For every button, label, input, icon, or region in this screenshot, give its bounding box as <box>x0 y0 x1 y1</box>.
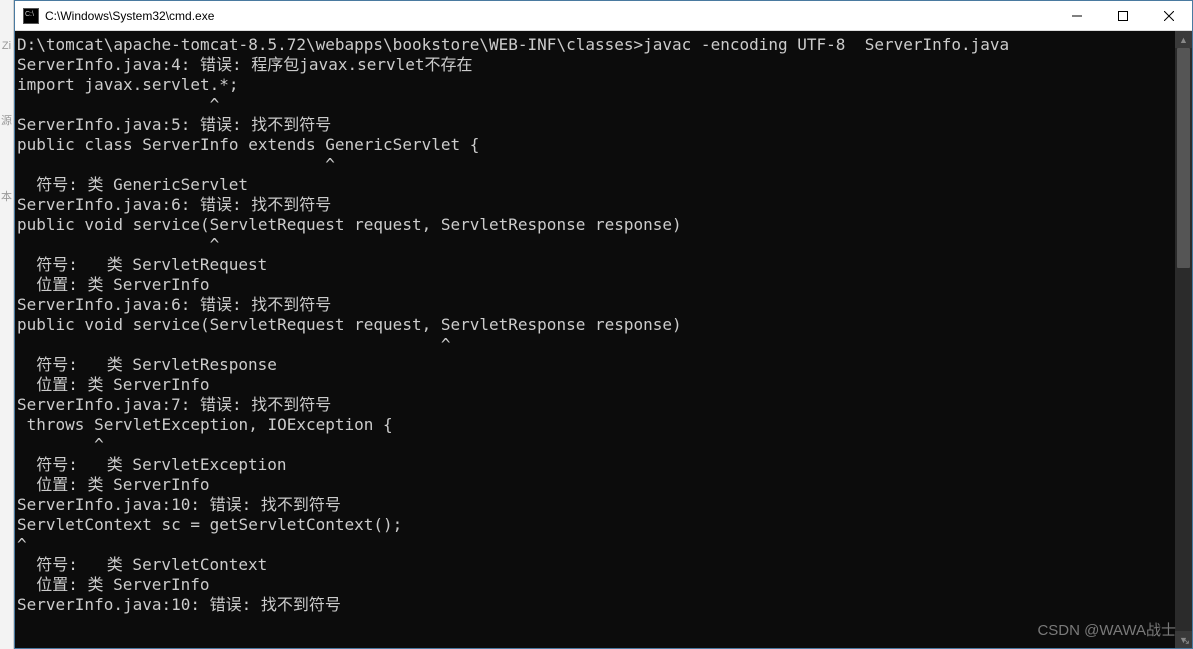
console-line: 位置: 类 ServerInfo <box>17 575 1190 595</box>
console-output[interactable]: D:\tomcat\apache-tomcat-8.5.72\webapps\b… <box>15 31 1192 648</box>
editor-gutter: Zi 源 本 <box>0 0 14 649</box>
console-line: ServerInfo.java:5: 错误: 找不到符号 <box>17 115 1190 135</box>
console-line: public void service(ServletRequest reque… <box>17 315 1190 335</box>
scroll-thumb[interactable] <box>1177 48 1190 268</box>
console-line: ServerInfo.java:4: 错误: 程序包javax.servlet不… <box>17 55 1190 75</box>
close-icon <box>1164 11 1174 21</box>
window-title: C:\Windows\System32\cmd.exe <box>45 9 214 23</box>
console-line: 位置: 类 ServerInfo <box>17 475 1190 495</box>
console-line: 符号: 类 ServletException <box>17 455 1190 475</box>
console-line: 位置: 类 ServerInfo <box>17 275 1190 295</box>
gutter-glyph: 源 <box>0 112 13 128</box>
console-line: public class ServerInfo extends GenericS… <box>17 135 1190 155</box>
console-line: throws ServletException, IOException { <box>17 415 1190 435</box>
gutter-glyph: 本 <box>0 188 13 204</box>
console-line: 位置: 类 ServerInfo <box>17 375 1190 395</box>
maximize-button[interactable] <box>1100 1 1146 31</box>
console-line: ^ <box>17 235 1190 255</box>
console-line: import javax.servlet.*; <box>17 75 1190 95</box>
minimize-button[interactable] <box>1054 1 1100 31</box>
console-line: 符号: 类 ServletRequest <box>17 255 1190 275</box>
console-line: ^ <box>17 535 1190 555</box>
console-line: D:\tomcat\apache-tomcat-8.5.72\webapps\b… <box>17 35 1190 55</box>
close-button[interactable] <box>1146 1 1192 31</box>
console-line: ServerInfo.java:6: 错误: 找不到符号 <box>17 295 1190 315</box>
console-line: 符号: 类 GenericServlet <box>17 175 1190 195</box>
scroll-up-button[interactable]: ▲ <box>1175 31 1192 48</box>
console-line: ServerInfo.java:7: 错误: 找不到符号 <box>17 395 1190 415</box>
titlebar[interactable]: C:\Windows\System32\cmd.exe <box>15 1 1192 31</box>
console-line: ^ <box>17 95 1190 115</box>
resize-corner-icon: ↘ <box>1180 636 1192 648</box>
maximize-icon <box>1118 11 1128 21</box>
cmd-window: C:\Windows\System32\cmd.exe D:\tomcat\ap… <box>14 0 1193 649</box>
cmd-icon <box>23 8 39 24</box>
vertical-scrollbar[interactable]: ▲ ▼ <box>1175 31 1192 648</box>
console-line: ^ <box>17 155 1190 175</box>
console-line: 符号: 类 ServletContext <box>17 555 1190 575</box>
console-line: ServerInfo.java:6: 错误: 找不到符号 <box>17 195 1190 215</box>
console-line: ^ <box>17 335 1190 355</box>
console-line: 符号: 类 ServletResponse <box>17 355 1190 375</box>
console-line: ServletContext sc = getServletContext(); <box>17 515 1190 535</box>
gutter-glyph: Zi <box>0 40 13 52</box>
console-line: ^ <box>17 435 1190 455</box>
console-line: public void service(ServletRequest reque… <box>17 215 1190 235</box>
console-line: ServerInfo.java:10: 错误: 找不到符号 <box>17 595 1190 615</box>
minimize-icon <box>1072 11 1082 21</box>
console-line: ServerInfo.java:10: 错误: 找不到符号 <box>17 495 1190 515</box>
